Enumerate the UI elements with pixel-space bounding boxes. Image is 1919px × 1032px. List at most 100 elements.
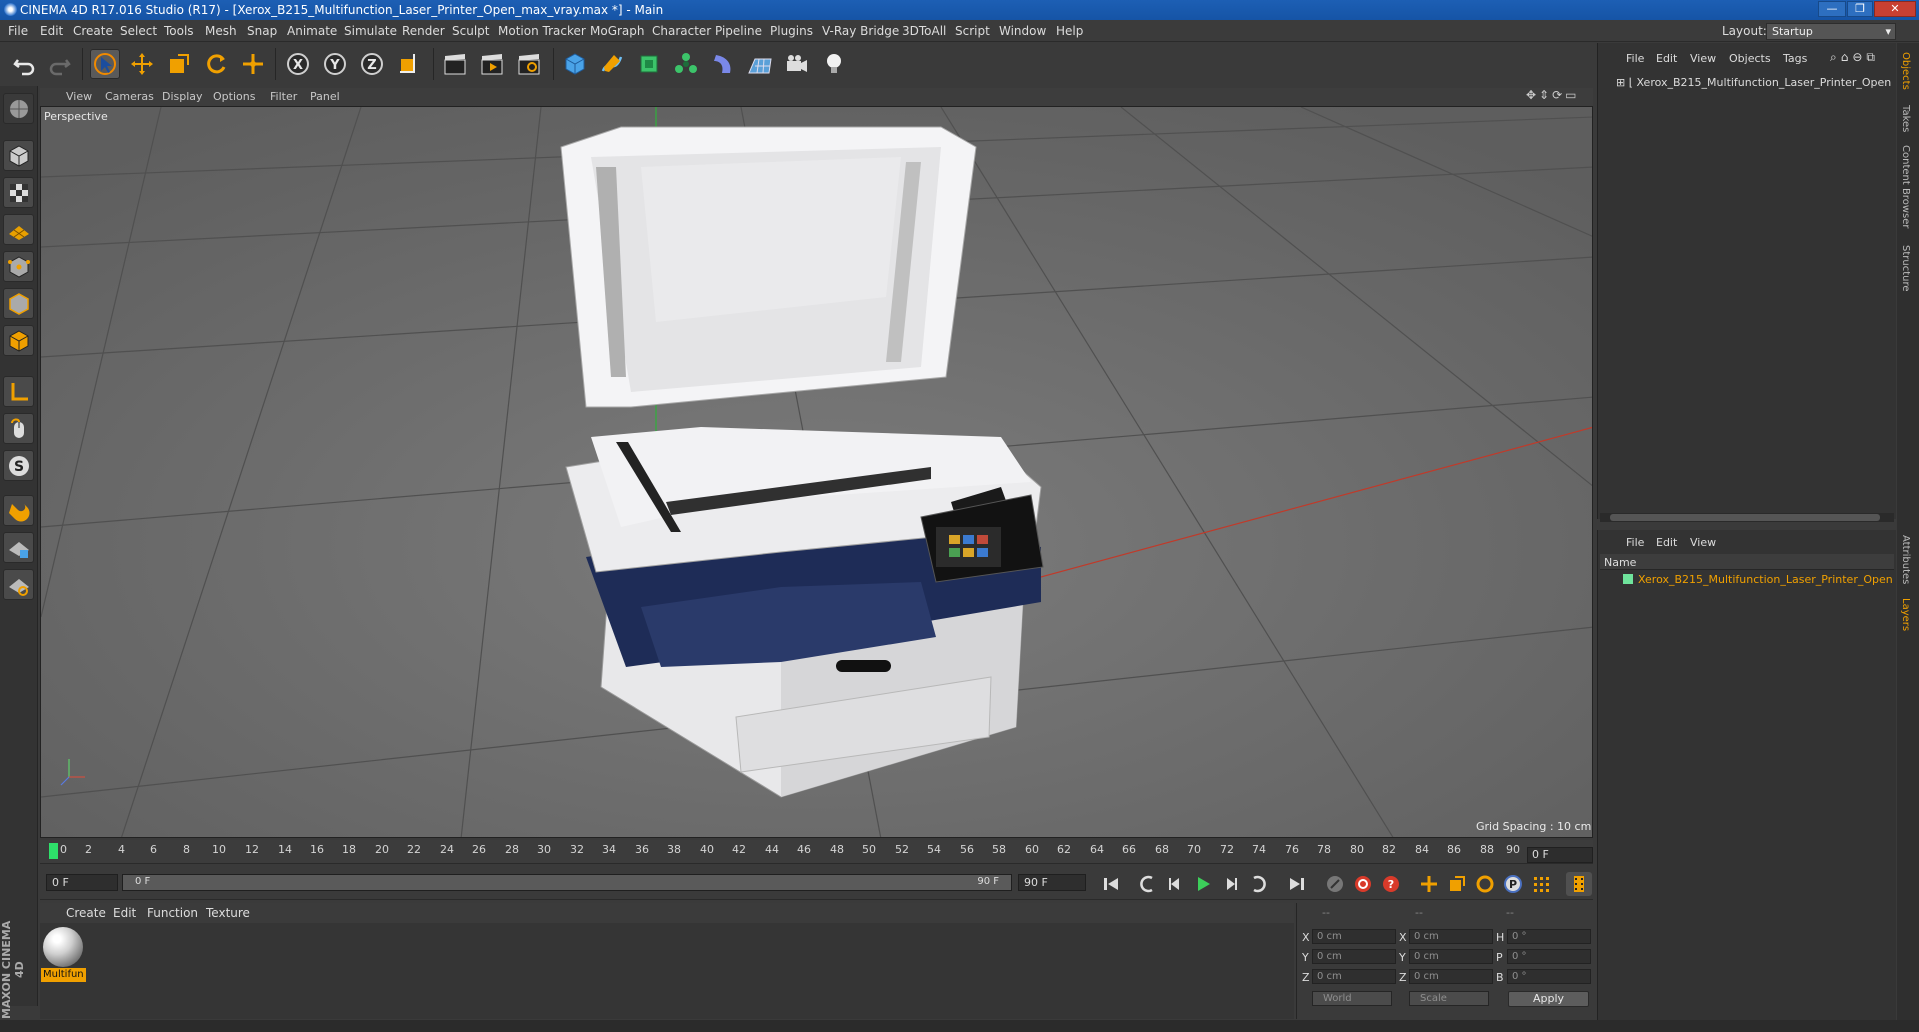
timeline-ruler[interactable]: 0 2 4 6 8 10 12 14 16 18 20 22 24 26 28 … [40,840,1593,864]
lock-workplane-button[interactable] [3,532,34,563]
close-button[interactable]: ✕ [1874,1,1916,17]
maximize-button[interactable]: ❐ [1847,1,1873,17]
layout-dropdown[interactable]: Startup [1766,23,1896,40]
undo-button[interactable] [10,49,40,79]
objects-menu-view[interactable]: View [1690,52,1716,65]
add-cube-button[interactable] [560,49,590,79]
layers-menu-view[interactable]: View [1690,536,1716,549]
render-settings-button[interactable] [514,49,544,79]
viewport-menu-view[interactable]: View [66,90,92,103]
objects-menu-tags[interactable]: Tags [1783,52,1807,65]
play-button[interactable] [1190,872,1216,896]
timeline-playhead[interactable] [49,843,58,859]
rotation-b-field[interactable]: 0 ° [1507,969,1591,984]
menu-edit[interactable]: Edit [40,24,63,38]
menu-plugins[interactable]: Plugins [770,24,813,38]
coordinate-system-button[interactable] [394,49,424,79]
menu-snap[interactable]: Snap [247,24,277,38]
scale-tool[interactable] [164,49,194,79]
size-z-field[interactable]: 0 cm [1409,969,1493,984]
tab-structure[interactable]: Structure [1900,245,1911,292]
lock-z-axis-button[interactable]: Z [357,49,387,79]
start-frame-field[interactable]: 0 F [46,874,118,891]
material-preview-sphere[interactable] [43,927,83,967]
keyframe-selection-button[interactable]: ? [1378,872,1404,896]
menu-character[interactable]: Character [652,24,711,38]
position-x-field[interactable]: 0 cm [1312,929,1396,944]
redo-button[interactable] [44,49,74,79]
viewport-menu-filter[interactable]: Filter [270,90,297,103]
perspective-viewport[interactable] [40,106,1593,838]
lock-y-axis-button[interactable]: Y [320,49,350,79]
object-manager-scrollbar[interactable] [1600,513,1894,522]
timeline-window-button[interactable] [1566,872,1592,896]
position-z-field[interactable]: 0 cm [1312,969,1396,984]
menu-create[interactable]: Create [73,24,113,38]
transform-tool[interactable] [238,49,268,79]
layer-item-label[interactable]: Xerox_B215_Multifunction_Laser_Printer_O… [1638,573,1893,586]
menu-script[interactable]: Script [955,24,990,38]
live-selection-tool[interactable] [90,49,120,79]
menu-select[interactable]: Select [120,24,157,38]
tab-attributes[interactable]: Attributes [1900,535,1911,584]
objects-menu-file[interactable]: File [1626,52,1644,65]
go-to-end-button[interactable] [1284,872,1310,896]
add-deformer-button[interactable] [708,49,738,79]
menu-simulate[interactable]: Simulate [344,24,397,38]
add-spline-button[interactable] [597,49,627,79]
render-to-picture-viewer-button[interactable] [477,49,507,79]
preview-range-slider[interactable]: 0 F 90 F [122,874,1012,891]
material-menu-function[interactable]: Function [147,906,198,920]
record-active-objects-button[interactable] [1322,872,1348,896]
tab-takes[interactable]: Takes [1900,105,1911,132]
minimize-button[interactable]: — [1818,1,1846,17]
add-floor-button[interactable] [745,49,775,79]
viewport-menu-panel[interactable]: Panel [310,90,340,103]
edges-mode-button[interactable] [3,288,34,319]
tweak-mode-button[interactable] [3,413,34,444]
menu-mesh[interactable]: Mesh [205,24,237,38]
previous-frame-button[interactable] [1162,872,1188,896]
snapping-button[interactable] [3,495,34,526]
texture-mode-button[interactable] [3,177,34,208]
rotation-p-field[interactable]: 0 ° [1507,949,1591,964]
layers-menu-edit[interactable]: Edit [1656,536,1677,549]
next-keyframe-button[interactable] [1246,872,1272,896]
coordinate-space-dropdown[interactable]: World [1312,991,1392,1006]
key-rotation-button[interactable] [1472,872,1498,896]
menu-motion-tracker[interactable]: Motion Tracker [498,24,586,38]
viewport-menu-cameras[interactable]: Cameras [105,90,154,103]
go-to-start-button[interactable] [1098,872,1124,896]
scrollbar-thumb[interactable] [1610,514,1880,521]
layers-menu-file[interactable]: File [1626,536,1644,549]
objects-menu-objects[interactable]: Objects [1729,52,1771,65]
position-y-field[interactable]: 0 cm [1312,949,1396,964]
solo-mode-button[interactable]: S [3,450,34,481]
menu-sculpt[interactable]: Sculpt [452,24,489,38]
next-frame-button[interactable] [1218,872,1244,896]
menu-animate[interactable]: Animate [287,24,337,38]
material-name-label[interactable]: Multifun [41,968,86,982]
end-frame-field[interactable]: 90 F [1018,874,1086,891]
menu-pipeline[interactable]: Pipeline [715,24,762,38]
polygons-mode-button[interactable] [3,325,34,356]
workplane-mode-button[interactable] [3,214,34,245]
size-mode-dropdown[interactable]: Scale [1409,991,1489,1006]
render-view-button[interactable] [440,49,470,79]
menu-window[interactable]: Window [999,24,1046,38]
size-y-field[interactable]: 0 cm [1409,949,1493,964]
rotation-h-field[interactable]: 0 ° [1507,929,1591,944]
viewport-navigation-icons[interactable]: ✥⇕⟳▭ [1526,88,1580,102]
apply-button[interactable]: Apply [1508,991,1589,1007]
viewport-menu-display[interactable]: Display [162,90,203,103]
tab-content-browser[interactable]: Content Browser [1900,145,1911,228]
material-menu-texture[interactable]: Texture [206,906,250,920]
objects-menu-edit[interactable]: Edit [1656,52,1677,65]
model-mode-button[interactable] [3,140,34,171]
key-scale-button[interactable] [1444,872,1470,896]
tab-objects[interactable]: Objects [1900,52,1911,90]
move-tool[interactable] [127,49,157,79]
points-mode-button[interactable] [3,251,34,282]
key-parameter-button[interactable]: P [1500,872,1526,896]
make-editable-button[interactable] [3,93,34,124]
